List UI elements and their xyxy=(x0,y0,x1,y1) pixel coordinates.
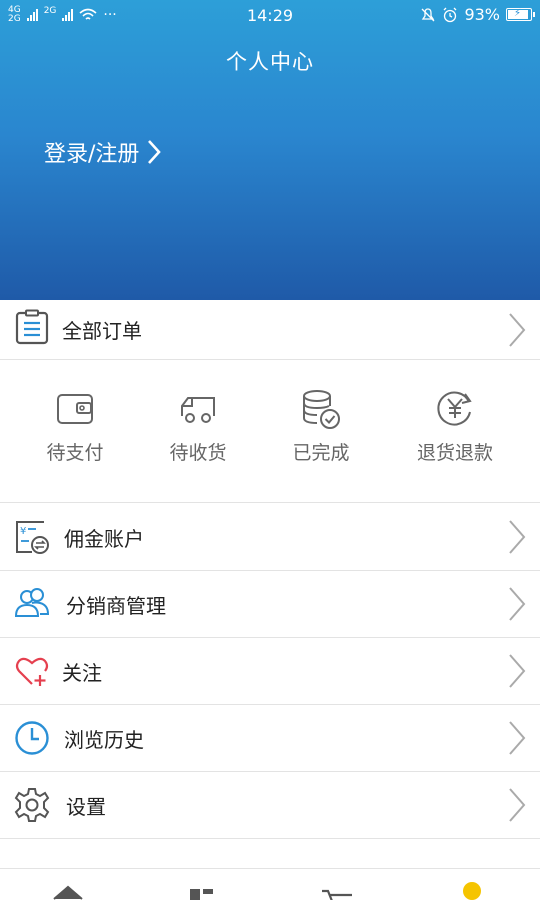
charging-icon: ⚡ xyxy=(514,8,522,19)
chevron-right-icon xyxy=(509,654,526,688)
clock-icon xyxy=(15,721,49,755)
status-label: 退货退款 xyxy=(416,442,493,464)
menu-row-follow[interactable]: 关注 xyxy=(0,638,540,705)
status-label: 已完成 xyxy=(292,442,350,464)
battery-percent: 93% xyxy=(464,5,500,24)
status-pending-payment[interactable]: 待支付 xyxy=(15,388,135,465)
chevron-right-icon xyxy=(509,788,526,822)
status-refund[interactable]: 退货退款 xyxy=(395,388,515,465)
all-orders-row[interactable]: 全部订单 xyxy=(0,300,540,360)
menu-label: 设置 xyxy=(66,794,106,819)
svg-text:¥: ¥ xyxy=(20,526,26,537)
menu-label: 佣金账户 xyxy=(64,526,144,551)
status-label: 待支付 xyxy=(46,442,104,464)
chevron-right-icon xyxy=(148,140,162,164)
mute-bell-icon xyxy=(421,7,435,21)
commission-account-icon: ¥ xyxy=(16,521,49,554)
page-title: 个人中心 xyxy=(226,50,314,74)
status-bar: 4G 2G 2G ··· 14:29 93% ⚡ xyxy=(0,0,540,30)
menu-row-settings[interactable]: 设置 xyxy=(0,772,540,839)
coins-check-icon xyxy=(303,390,340,429)
menu-label: 浏览历史 xyxy=(64,727,144,752)
heart-plus-icon xyxy=(15,657,49,686)
chevron-right-icon xyxy=(509,721,526,755)
login-register-link[interactable]: 登录/注册 xyxy=(44,136,162,168)
chevron-right-icon xyxy=(509,313,526,347)
yuan-refund-icon xyxy=(437,391,472,426)
menu-row-distributor-management[interactable]: 分销商管理 xyxy=(0,571,540,638)
profile-tab-indicator[interactable] xyxy=(463,882,481,900)
battery-icon: ⚡ xyxy=(506,8,535,21)
menu-row-browse-history[interactable]: 浏览历史 xyxy=(0,705,540,772)
alarm-icon xyxy=(443,7,457,22)
status-label: 待收货 xyxy=(169,442,227,464)
all-orders-label: 全部订单 xyxy=(62,319,142,343)
clipboard-list-icon xyxy=(15,309,49,345)
home-icon[interactable] xyxy=(48,879,88,900)
menu-row-commission-account[interactable]: ¥ 佣金账户 xyxy=(0,504,540,571)
truck-icon xyxy=(181,397,215,423)
cart-icon[interactable] xyxy=(318,879,358,900)
gear-icon xyxy=(14,788,50,822)
menu-label: 关注 xyxy=(62,660,102,685)
wallet-icon xyxy=(57,394,93,424)
status-awaiting-delivery[interactable]: 待收货 xyxy=(138,388,258,465)
login-register-label: 登录/注册 xyxy=(44,142,140,167)
menu-label: 分销商管理 xyxy=(66,593,166,618)
order-status-grid: 待支付 待收货 已完成 退货退款 xyxy=(0,360,540,503)
chevron-right-icon xyxy=(509,587,526,621)
chevron-right-icon xyxy=(509,520,526,554)
status-completed[interactable]: 已完成 xyxy=(261,388,381,465)
category-icon[interactable] xyxy=(182,879,222,900)
bottom-tab-bar xyxy=(0,868,540,900)
users-icon xyxy=(14,588,50,617)
status-right: 93% ⚡ xyxy=(420,5,535,24)
